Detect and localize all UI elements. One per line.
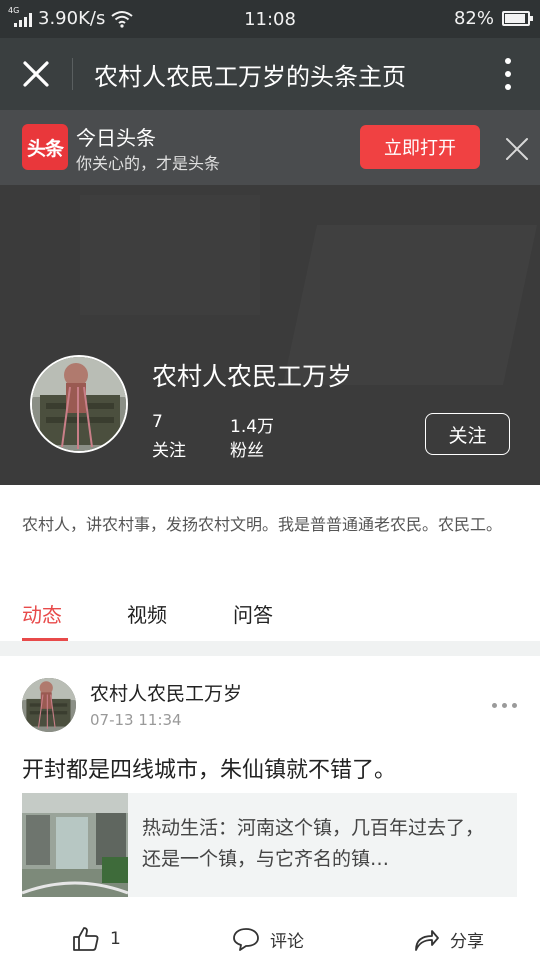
app-slogan: 你关心的，才是头条 (76, 154, 221, 173)
header-background-shape (80, 195, 260, 315)
profile-tabs: 动态 视频 问答 (0, 595, 540, 641)
tab-dynamic[interactable]: 动态 (22, 599, 62, 628)
following-count[interactable]: 7 (152, 412, 163, 432)
status-right: 82% (453, 8, 533, 29)
profile-bio: 农村人，讲农村事，发扬农村文明。我是普普通通老农民。农民工。 (22, 515, 503, 534)
post-more-icon[interactable] (492, 703, 517, 708)
more-icon[interactable] (504, 58, 512, 90)
post-author-avatar[interactable] (22, 678, 76, 732)
title-divider (72, 58, 73, 90)
follow-button[interactable]: 关注 (425, 413, 510, 455)
avatar-image (32, 357, 126, 451)
close-icon[interactable] (20, 58, 52, 90)
battery-icon (502, 11, 533, 26)
app-name: 今日头条 (76, 126, 156, 150)
profile-avatar[interactable] (30, 355, 128, 453)
followers-count[interactable]: 1.4万 (230, 412, 274, 437)
comment-label: 评论 (270, 931, 304, 952)
comment-icon (233, 928, 259, 951)
link-card[interactable]: 热动生活：河南这个镇，几百年过去了，还是一个镇，与它齐名的镇… (22, 793, 517, 897)
comment-button[interactable]: 评论 (232, 926, 304, 952)
post-author[interactable]: 农村人农民工万岁 (90, 679, 242, 706)
banner-close-icon[interactable] (504, 136, 530, 162)
link-thumbnail (22, 793, 128, 897)
page-title: 农村人农民工万岁的头条主页 (94, 63, 406, 91)
tab-qa[interactable]: 问答 (233, 599, 273, 628)
open-app-button[interactable]: 立即打开 (360, 125, 480, 169)
share-icon (415, 930, 439, 951)
profile-header: 农村人农民工万岁 7 关注 1.4万 粉丝 关注 (0, 185, 540, 485)
followers-label[interactable]: 粉丝 (230, 436, 264, 461)
share-label: 分享 (450, 931, 484, 952)
share-button[interactable]: 分享 (412, 926, 484, 952)
profile-name: 农村人农民工万岁 (152, 362, 353, 391)
link-title: 热动生活：河南这个镇，几百年过去了，还是一个镇，与它齐名的镇… (142, 817, 485, 870)
following-label[interactable]: 关注 (152, 436, 186, 461)
post-time: 07-13 11:34 (90, 711, 182, 729)
thumbs-up-icon (73, 927, 99, 951)
section-divider (0, 641, 540, 656)
like-count: 1 (110, 929, 121, 949)
title-bar: 农村人农民工万岁的头条主页 (0, 38, 540, 110)
avatar-image (22, 678, 76, 732)
toutiao-logo: 头条 (22, 124, 68, 170)
status-bar: 4G 3.90K/s 11:08 82% (0, 0, 540, 38)
post-text[interactable]: 开封都是四线城市，朱仙镇就不错了。 (22, 752, 396, 784)
battery-fill (505, 14, 525, 23)
battery-percent: 82% (453, 8, 494, 29)
like-button[interactable]: 1 (72, 926, 121, 952)
tab-video[interactable]: 视频 (127, 599, 167, 628)
